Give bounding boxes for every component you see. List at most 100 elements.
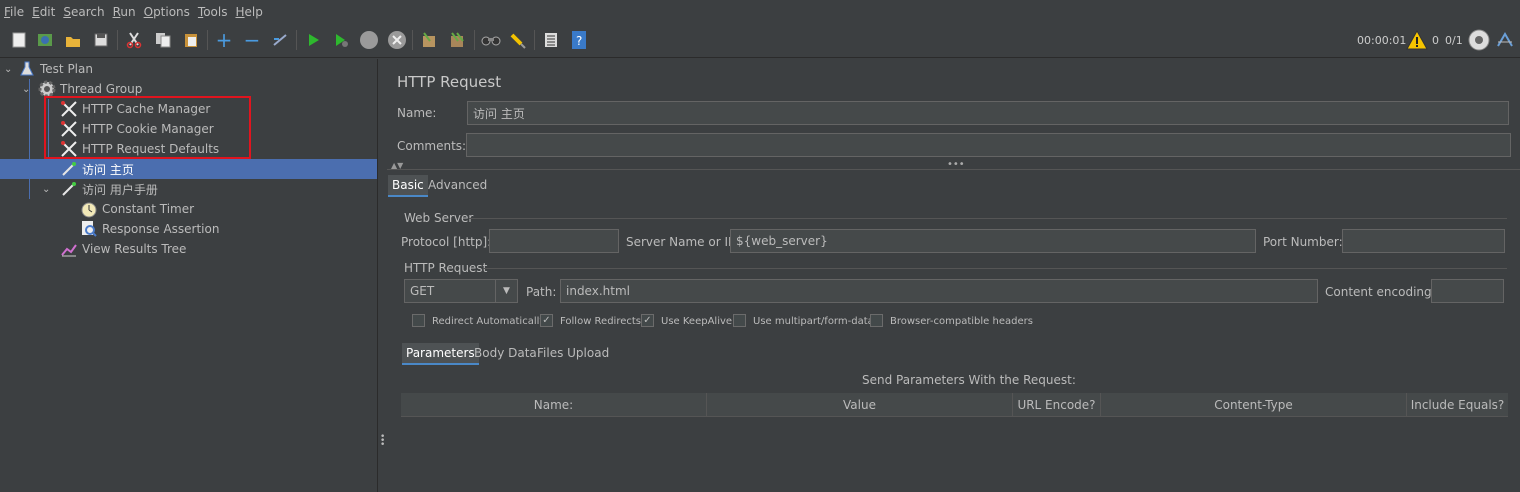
tree-node-response-assertion[interactable]: Response Assertion bbox=[80, 219, 219, 239]
browser-headers-label: Browser-compatible headers bbox=[890, 316, 1033, 327]
tree-node-label: Response Assertion bbox=[102, 222, 220, 236]
tab-advanced[interactable]: Advanced bbox=[424, 175, 491, 195]
pipette-icon bbox=[60, 180, 78, 198]
panel-title: HTTP Request bbox=[397, 73, 502, 91]
browser-headers-checkbox[interactable] bbox=[870, 314, 883, 327]
active-threads: 0/1 bbox=[1445, 34, 1463, 47]
menu-options[interactable]: Options bbox=[144, 5, 190, 19]
tree-node-label: View Results Tree bbox=[82, 242, 187, 256]
open-icon[interactable] bbox=[62, 29, 84, 51]
menu-search[interactable]: Search bbox=[63, 5, 104, 19]
menu-edit[interactable]: Edit bbox=[32, 5, 55, 19]
tree-node-label: Thread Group bbox=[60, 82, 143, 96]
method-select[interactable]: GET ▼ bbox=[404, 279, 518, 303]
encoding-label: Content encoding: bbox=[1325, 285, 1436, 299]
port-label: Port Number: bbox=[1263, 235, 1343, 249]
keepalive-label: Use KeepAlive bbox=[661, 316, 733, 327]
http-request-legend: HTTP Request bbox=[404, 261, 488, 275]
start-icon[interactable] bbox=[302, 29, 324, 51]
multipart-label: Use multipart/form-data bbox=[753, 316, 874, 327]
log-viewer-icon[interactable] bbox=[1494, 29, 1516, 51]
menu-tools[interactable]: Tools bbox=[198, 5, 228, 19]
remote-icon[interactable] bbox=[1468, 29, 1490, 51]
toggle-icon[interactable] bbox=[269, 29, 291, 51]
protocol-label: Protocol [http]: bbox=[401, 235, 492, 249]
params-caption: Send Parameters With the Request: bbox=[862, 373, 1076, 387]
elapsed-time: 00:00:01 bbox=[1357, 34, 1407, 47]
search-icon[interactable] bbox=[480, 29, 502, 51]
path-label: Path: bbox=[526, 285, 557, 299]
chevron-down-icon[interactable]: ⌄ bbox=[4, 64, 18, 75]
collapse-icon[interactable]: − bbox=[241, 28, 263, 52]
help-icon[interactable]: ? bbox=[568, 29, 590, 51]
keepalive-checkbox[interactable]: ✓ bbox=[641, 314, 654, 327]
tab-files-upload[interactable]: Files Upload bbox=[533, 343, 613, 363]
protocol-field[interactable] bbox=[489, 229, 619, 253]
menu-file[interactable]: File bbox=[4, 5, 24, 19]
encoding-field[interactable] bbox=[1431, 279, 1504, 303]
toolbar: + − ? 00:00:01 0 0/1 bbox=[0, 24, 1520, 58]
warning-count: 0 bbox=[1432, 34, 1439, 47]
expand-icon[interactable]: + bbox=[213, 28, 235, 52]
clear-all-icon[interactable] bbox=[446, 29, 468, 51]
server-label: Server Name or IP: bbox=[626, 235, 740, 249]
chevron-down-icon[interactable]: ⌄ bbox=[42, 184, 60, 195]
tree-node-test-plan[interactable]: ⌄ Test Plan bbox=[4, 59, 93, 79]
follow-redirects-label: Follow Redirects bbox=[560, 316, 641, 327]
column-name[interactable]: Name: bbox=[401, 393, 707, 417]
port-field[interactable] bbox=[1342, 229, 1505, 253]
tree-node-visit-manual[interactable]: ⌄ 访问 用户手册 bbox=[42, 179, 158, 199]
menu-help[interactable]: Help bbox=[236, 5, 263, 19]
method-value: GET bbox=[410, 284, 435, 298]
paste-icon[interactable] bbox=[180, 29, 202, 51]
comments-label: Comments: bbox=[397, 139, 467, 153]
function-helper-icon[interactable] bbox=[540, 29, 562, 51]
server-field[interactable]: ${web_server} bbox=[730, 229, 1256, 253]
tree-node-label: 访问 主页 bbox=[82, 162, 134, 177]
shutdown-icon[interactable] bbox=[386, 29, 408, 51]
tab-body-data[interactable]: Body Data bbox=[470, 343, 541, 363]
warning-icon[interactable] bbox=[1406, 29, 1428, 51]
redirect-auto-label: Redirect Automatically bbox=[432, 316, 546, 327]
chart-icon bbox=[60, 240, 78, 258]
tree-node-view-results-tree[interactable]: View Results Tree bbox=[60, 239, 186, 259]
splitter[interactable]: • • • bbox=[379, 59, 387, 492]
stop-icon[interactable] bbox=[358, 29, 380, 51]
start-no-pause-icon[interactable] bbox=[330, 29, 352, 51]
tab-basic[interactable]: Basic bbox=[388, 175, 428, 197]
new-icon[interactable] bbox=[8, 29, 30, 51]
name-field[interactable]: 访问 主页 bbox=[467, 101, 1509, 125]
clear-icon[interactable] bbox=[418, 29, 440, 51]
http-request-panel: HTTP Request Name: 访问 主页 Comments: ▲▼ ••… bbox=[387, 59, 1520, 492]
tree-node-constant-timer[interactable]: Constant Timer bbox=[80, 199, 194, 219]
copy-icon[interactable] bbox=[152, 29, 174, 51]
templates-icon[interactable] bbox=[34, 29, 56, 51]
dropdown-arrow-icon[interactable]: ▼ bbox=[495, 280, 517, 302]
column-include-equals[interactable]: Include Equals? bbox=[1407, 393, 1508, 417]
tab-parameters[interactable]: Parameters bbox=[402, 343, 479, 365]
follow-redirects-checkbox[interactable]: ✓ bbox=[540, 314, 553, 327]
column-url-encode[interactable]: URL Encode? bbox=[1013, 393, 1101, 417]
chevron-down-icon[interactable]: ⌄ bbox=[22, 84, 38, 95]
cut-icon[interactable] bbox=[123, 29, 145, 51]
reset-search-icon[interactable] bbox=[507, 29, 529, 51]
name-label: Name: bbox=[397, 106, 437, 120]
svg-text:?: ? bbox=[576, 34, 582, 48]
magnifier-document-icon bbox=[80, 220, 98, 238]
menu-bar: File Edit Search Run Options Tools Help bbox=[0, 0, 1520, 24]
save-icon[interactable] bbox=[90, 29, 112, 51]
path-field[interactable]: index.html bbox=[560, 279, 1318, 303]
tree-node-label: 访问 用户手册 bbox=[82, 182, 158, 197]
column-value[interactable]: Value bbox=[707, 393, 1013, 417]
multipart-checkbox[interactable] bbox=[733, 314, 746, 327]
column-content-type[interactable]: Content-Type bbox=[1101, 393, 1407, 417]
web-server-legend: Web Server bbox=[404, 211, 474, 225]
drag-handle-icon: • • • bbox=[380, 432, 386, 450]
comments-field[interactable] bbox=[466, 133, 1511, 157]
menu-run[interactable]: Run bbox=[113, 5, 136, 19]
pipette-icon bbox=[60, 160, 78, 178]
redirect-auto-checkbox[interactable] bbox=[412, 314, 425, 327]
tree-node-label: Test Plan bbox=[40, 62, 93, 76]
tree-node-visit-home[interactable]: 访问 主页 bbox=[0, 159, 377, 179]
tree-node-label: Constant Timer bbox=[102, 202, 195, 216]
